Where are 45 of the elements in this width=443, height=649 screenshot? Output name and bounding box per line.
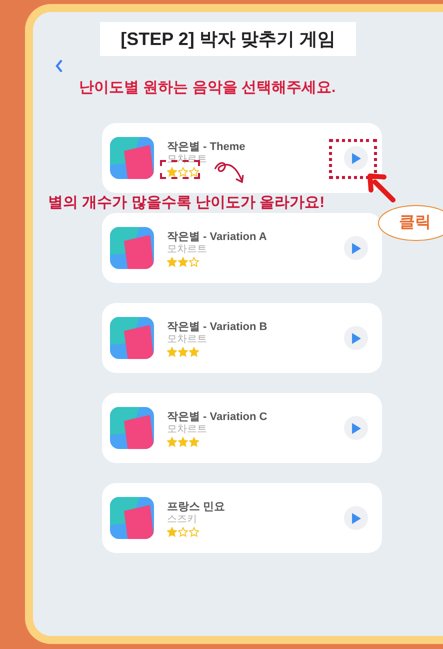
song-title: 작은별 - Theme <box>167 140 246 154</box>
annotation-text: 별의 개수가 많을수록 난이도가 올라가요! <box>48 194 325 211</box>
play-button[interactable] <box>344 506 368 530</box>
song-cover-icon <box>110 137 154 179</box>
song-card[interactable]: 작은별 - Variation B 모차르트 <box>102 303 382 373</box>
song-cover-icon <box>110 497 154 539</box>
song-card[interactable]: 프랑스 민요 스즈키 <box>102 483 382 553</box>
play-icon <box>351 332 361 344</box>
play-button[interactable] <box>344 326 368 350</box>
filled-star-icon <box>178 436 188 446</box>
filled-star-icon <box>178 346 188 356</box>
filled-star-icon <box>167 526 177 536</box>
play-icon <box>351 512 361 524</box>
song-cover-icon <box>110 317 154 359</box>
back-icon[interactable] <box>55 60 63 72</box>
filled-star-icon <box>178 256 188 266</box>
filled-star-icon <box>189 436 199 446</box>
filled-star-icon <box>167 436 177 446</box>
play-icon <box>351 152 361 164</box>
composer-name: 모차르트 <box>167 424 207 434</box>
play-button[interactable] <box>344 416 368 440</box>
composer-name: 모차르트 <box>167 334 207 344</box>
composer-name: 모차르트 <box>167 244 207 254</box>
filled-star-icon <box>189 346 199 356</box>
play-highlight-box <box>329 139 377 179</box>
song-title: 작은별 - Variation A <box>167 230 267 244</box>
curly-arrow-icon <box>212 159 246 185</box>
song-title: 작은별 - Variation C <box>167 410 268 424</box>
song-card[interactable]: 작은별 - Variation C 모차르트 <box>102 393 382 463</box>
song-title: 작은별 - Variation B <box>167 320 268 334</box>
play-icon <box>351 242 361 254</box>
play-button[interactable] <box>344 236 368 260</box>
instruction-text: 난이도별 원하는 음악을 선택해주세요. <box>79 78 337 98</box>
filled-star-icon <box>167 346 177 356</box>
song-cover-icon <box>110 407 154 449</box>
pointer-arrow-icon <box>367 172 397 204</box>
play-button[interactable] <box>344 146 368 170</box>
play-icon <box>351 422 361 434</box>
composer-name: 스즈키 <box>167 514 197 524</box>
song-cover-icon <box>110 227 154 269</box>
filled-star-icon <box>167 256 177 266</box>
song-card[interactable]: 작은별 - Variation A 모차르트 <box>102 213 382 283</box>
page-title: [STEP 2] 박자 맞추기 게임 <box>100 22 356 56</box>
song-title: 프랑스 민요 <box>167 500 226 514</box>
filled-star-icon <box>167 166 177 176</box>
